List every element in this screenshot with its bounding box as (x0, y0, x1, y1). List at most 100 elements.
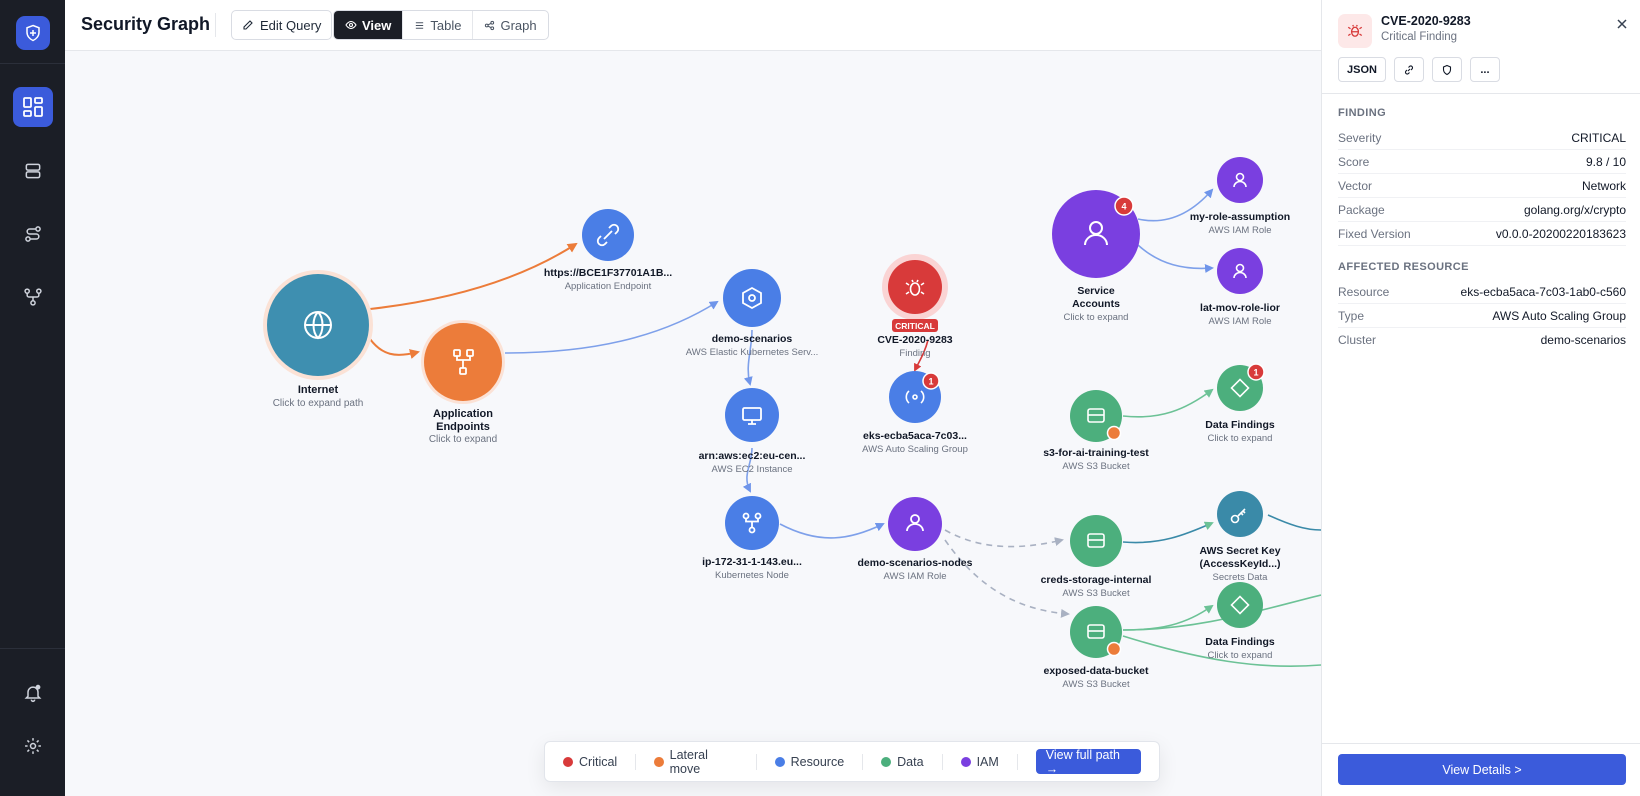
node-label-line2: Endpoints (436, 421, 490, 433)
iam-dot (960, 756, 971, 767)
legend-lateral-move: Lateral move (654, 748, 757, 776)
edge-creds-secret (1122, 521, 1214, 544)
row-value: golang.org/x/crypto (1523, 202, 1626, 217)
graph-tab-label: Graph (500, 17, 537, 33)
graph-edges (369, 188, 1321, 668)
more-button[interactable]: ... (1469, 57, 1500, 82)
view-details-button[interactable]: View Details > (1338, 754, 1626, 785)
node-sublabel: AWS Elastic Kubernetes Serv... (686, 347, 819, 358)
view-mode-toggle: View Table Graph (333, 10, 549, 40)
graph-nodes-icon[interactable] (13, 277, 53, 317)
node-label: https://BCE1F37701A1B... (544, 267, 672, 279)
edge-s3ai-findings (1122, 388, 1214, 418)
list-icon (416, 21, 424, 29)
legend-label: Data (897, 754, 924, 769)
row-key: Resource (1338, 284, 1390, 299)
sidebar-divider (0, 648, 65, 649)
node-label: creds-storage-internal (1041, 574, 1152, 586)
legend-resource: Resource (774, 753, 864, 770)
top-bar: Security Graph Edit Query View Table Gra… (65, 0, 1321, 51)
node-sublabel: Secrets Data (1213, 572, 1269, 583)
node-service-accounts[interactable]: 4 Service Accounts Click to expand (1052, 190, 1140, 323)
share-icon (485, 20, 495, 30)
row-value: Network (1581, 178, 1626, 193)
node-label: s3-for-ai-training-test (1043, 447, 1149, 459)
lateral-dot (654, 756, 664, 767)
table-tab-label: Table (430, 17, 462, 33)
eye-icon (345, 20, 357, 30)
node-label: demo-scenarios-nodes (858, 557, 973, 569)
sidebar (0, 0, 65, 796)
node-label: CVE-2020-9283 (877, 334, 952, 346)
graph-tab[interactable]: Graph (473, 11, 547, 39)
node-ec2-instance[interactable]: arn:aws:ec2:eu-cen... AWS EC2 Instance (699, 388, 806, 475)
panel-footer-divider (1322, 743, 1640, 744)
lateral-move-indicator (1106, 641, 1122, 657)
affected-row-type: Type AWS Auto Scaling Group (1338, 304, 1626, 328)
finding-row-severity: Severity CRITICAL (1338, 126, 1626, 150)
view-full-path-button[interactable]: View full path → (1035, 748, 1141, 776)
node-label: arn:aws:ec2:eu-cen... (699, 450, 806, 462)
count-badge-label: 1 (1253, 368, 1258, 378)
route-icon[interactable] (13, 214, 53, 254)
shield-logo-icon[interactable] (16, 16, 50, 50)
node-label: my-role-assumption (1190, 211, 1290, 223)
node-internet[interactable]: Internet Click to expand path (263, 270, 373, 409)
shield-button[interactable] (1431, 57, 1462, 82)
count-badge-label: 4 (1121, 202, 1126, 212)
node-kubernetes-node[interactable]: ip-172-31-1-143.eu... Kubernetes Node (702, 496, 802, 581)
legend-critical: Critical (563, 753, 637, 770)
copy-link-button[interactable] (1393, 57, 1424, 82)
row-key: Vector (1338, 178, 1373, 193)
node-sublabel: AWS Auto Scaling Group (862, 444, 968, 455)
node-label: demo-scenarios (712, 333, 793, 345)
node-label: ip-172-31-1-143.eu... (702, 556, 802, 568)
json-button[interactable]: JSON (1338, 57, 1386, 82)
node-application-endpoint-url[interactable]: https://BCE1F37701A1B... Application End… (544, 209, 672, 292)
node-demo-scenarios-nodes[interactable]: demo-scenarios-nodes AWS IAM Role (858, 497, 973, 582)
node-s3-for-ai-training-test[interactable]: s3-for-ai-training-test AWS S3 Bucket (1043, 390, 1149, 472)
node-label: lat-mov-role-lior (1200, 302, 1280, 314)
node-creds-storage-internal[interactable]: creds-storage-internal AWS S3 Bucket (1041, 515, 1152, 599)
servers-icon[interactable] (13, 151, 53, 191)
finding-section-header: FINDING (1338, 107, 1387, 119)
legend-label: Critical (579, 754, 618, 769)
node-exposed-data-bucket[interactable]: exposed-data-bucket AWS S3 Bucket (1043, 606, 1149, 690)
node-application-endpoints[interactable]: Application Endpoints Click to expand (421, 320, 505, 445)
node-sublabel: Finding (899, 348, 930, 359)
node-cve-finding[interactable]: CRITICAL CVE-2020-9283 Finding (877, 254, 953, 359)
node-sublabel: AWS IAM Role (1209, 316, 1272, 327)
table-tab[interactable]: Table (403, 11, 474, 39)
node-aws-secret-key[interactable]: AWS Secret Key (AccessKeyId...) Secrets … (1199, 491, 1281, 583)
panel-actions: JSON ... (1338, 57, 1500, 82)
panel-title: CVE-2020-9283 (1381, 14, 1471, 28)
dashboard-icon[interactable] (13, 87, 53, 127)
node-sublabel: AWS S3 Bucket (1062, 679, 1130, 690)
row-value: v0.0.0-20200220183623 (1495, 226, 1626, 241)
node-label: AWS Secret Key (1199, 545, 1280, 557)
notification-bell-icon[interactable] (13, 673, 53, 713)
node-demo-scenarios[interactable]: demo-scenarios AWS Elastic Kubernetes Se… (686, 269, 819, 358)
node-label-line2: Accounts (1072, 298, 1120, 310)
view-tab[interactable]: View (334, 11, 404, 39)
node-data-findings[interactable]: Data Findings Click to expand (1205, 582, 1275, 661)
legend-label: Lateral move (669, 747, 708, 776)
lateral-move-indicator (1106, 425, 1122, 441)
node-eks-auto-scaling-group[interactable]: 1 eks-ecba5aca-7c03... AWS Auto Scaling … (862, 371, 968, 455)
legend-data: Data (881, 753, 943, 770)
affected-row-cluster: Cluster demo-scenarios (1338, 328, 1626, 352)
settings-gear-icon[interactable] (13, 726, 53, 766)
edit-query-button[interactable]: Edit Query (231, 10, 333, 40)
finding-row-score: Score 9.8 / 10 (1338, 150, 1626, 174)
node-sublabel: AWS S3 Bucket (1062, 588, 1130, 599)
security-graph-canvas[interactable]: Internet Click to expand path Applicatio… (65, 52, 1321, 796)
row-key: Cluster (1338, 333, 1377, 347)
edge-internet-endpoints (369, 338, 420, 359)
close-icon[interactable] (1612, 14, 1632, 34)
row-key: Severity (1338, 130, 1382, 145)
node-lat-mov-role-lior[interactable]: lat-mov-role-lior AWS IAM Role (1200, 248, 1280, 327)
affected-section-header: AFFECTED RESOURCE (1338, 261, 1469, 273)
count-badge-label: 1 (928, 377, 933, 387)
node-data-findings[interactable]: 1 Data Findings Click to expand (1205, 363, 1275, 444)
row-key: Score (1338, 154, 1370, 169)
